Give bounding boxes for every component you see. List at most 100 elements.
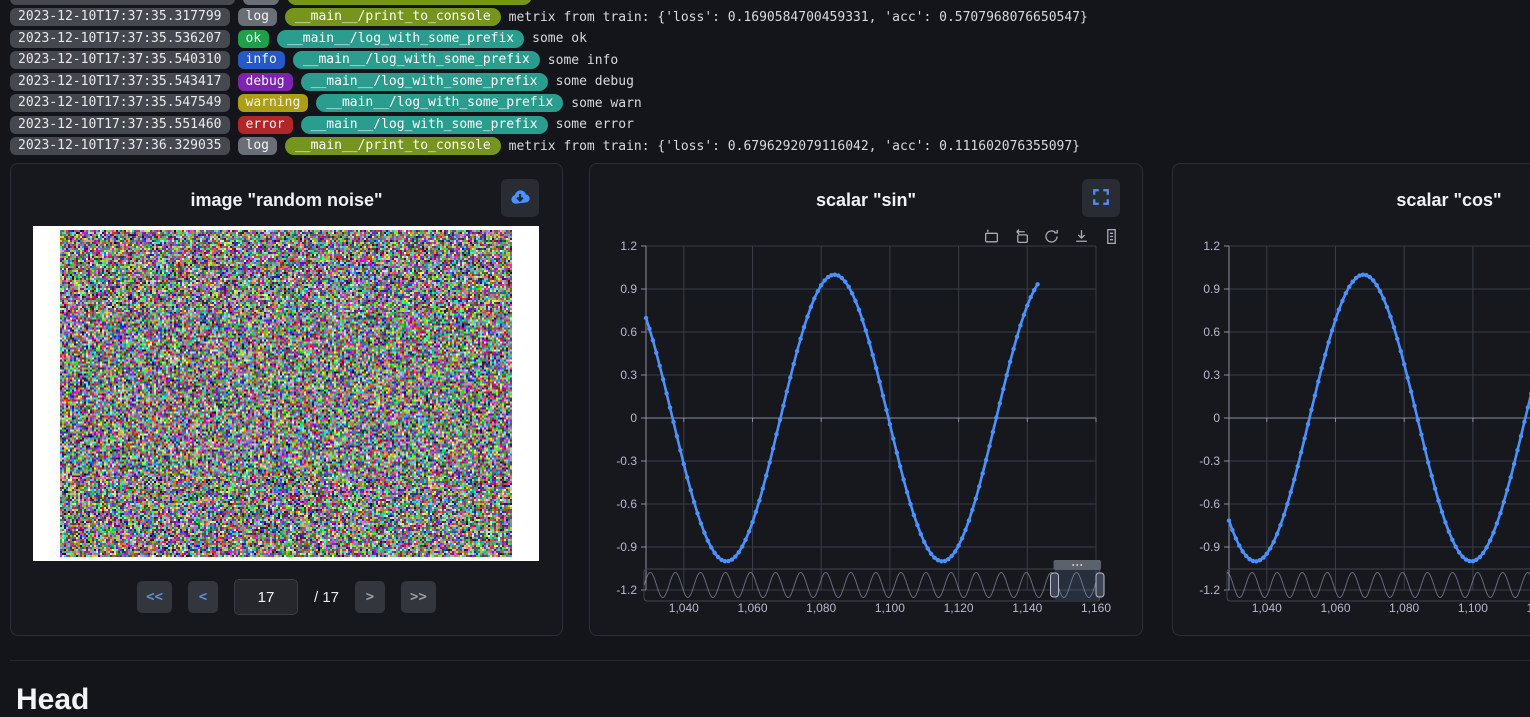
log-row: 2023-12-10T17:37:35.536207ok__main__/log… <box>10 30 587 48</box>
download-image-button[interactable] <box>501 179 539 217</box>
log-level-badge: info <box>238 51 285 69</box>
image-card-title: image "random noise" <box>11 190 562 211</box>
x-axis-label: 1,100 <box>875 601 905 615</box>
data-view-icon[interactable] <box>1103 228 1120 245</box>
page-number-input[interactable] <box>234 579 298 615</box>
data-point <box>908 502 912 506</box>
data-point <box>1326 340 1330 344</box>
log-timestamp-badge: 2023-12-10T17:37:35.547549 <box>10 94 230 112</box>
data-point <box>853 299 857 303</box>
y-axis-label: -0.9 <box>616 540 637 554</box>
data-point <box>905 490 909 494</box>
data-point <box>774 432 778 436</box>
data-point <box>802 325 806 329</box>
y-axis-label: 1.2 <box>620 239 637 253</box>
data-point <box>1509 475 1513 479</box>
data-point <box>1261 555 1265 559</box>
data-point <box>967 518 971 522</box>
data-point <box>1385 305 1389 309</box>
cos-line-chart[interactable]: 1.20.90.60.30-0.3-0.6-0.9-1.21,0401,0601… <box>1173 164 1530 635</box>
data-point <box>840 276 844 280</box>
scalar-cos-card: scalar "cos" 1.20.90.60.30-0.3-0.6-0.9-1… <box>1172 163 1530 636</box>
data-point <box>699 521 703 525</box>
zoom-select-icon[interactable] <box>983 228 1000 245</box>
data-point <box>1035 282 1039 286</box>
data-point <box>1330 328 1334 332</box>
data-point <box>761 486 765 490</box>
data-point <box>970 508 974 512</box>
prev-page-button[interactable]: < <box>188 581 218 613</box>
datazoom-handle[interactable] <box>1051 573 1059 597</box>
data-point <box>675 434 679 438</box>
data-point <box>1375 283 1379 287</box>
data-point <box>822 278 826 282</box>
datazoom-slider[interactable] <box>1227 569 1530 601</box>
restore-icon[interactable] <box>1043 228 1060 245</box>
datazoom-handle[interactable] <box>1096 573 1104 597</box>
y-axis-label: 0.3 <box>1203 368 1220 382</box>
data-point <box>1032 288 1036 292</box>
data-point <box>1522 420 1526 424</box>
data-point <box>1491 530 1495 534</box>
data-point <box>1337 308 1341 312</box>
data-point <box>747 529 751 533</box>
data-point <box>792 362 796 366</box>
log-level-badge: error <box>238 116 293 134</box>
save-image-icon[interactable] <box>1073 228 1090 245</box>
data-point <box>991 430 995 434</box>
datazoom-window[interactable] <box>1055 570 1100 600</box>
data-point <box>1402 362 1406 366</box>
data-point <box>1268 546 1272 550</box>
data-point <box>974 496 978 500</box>
page-total-label: / 17 <box>314 589 339 606</box>
data-point <box>1423 446 1427 450</box>
y-axis-label: 0.9 <box>1203 282 1220 296</box>
data-point <box>915 523 919 527</box>
move-handle-dots <box>1076 564 1078 566</box>
data-point <box>977 484 981 488</box>
data-point <box>682 462 686 466</box>
data-point <box>644 316 648 320</box>
data-point <box>1296 464 1300 468</box>
data-point <box>1320 366 1324 370</box>
data-point <box>874 366 878 370</box>
move-handle-dots <box>1072 564 1074 566</box>
data-point <box>998 401 1002 405</box>
y-axis-label: 0.9 <box>620 282 637 296</box>
next-page-button[interactable]: > <box>355 581 385 613</box>
data-point <box>871 353 875 357</box>
data-point <box>1378 289 1382 293</box>
log-message: some warn <box>571 96 641 111</box>
data-point <box>692 500 696 504</box>
data-point <box>1018 323 1022 327</box>
log-timestamp-badge <box>10 0 235 5</box>
data-point <box>864 328 868 332</box>
data-point <box>987 444 991 448</box>
x-axis-label: 1,040 <box>1252 601 1282 615</box>
data-point <box>960 536 964 540</box>
data-point <box>768 460 772 464</box>
datazoom-slider[interactable] <box>644 569 1100 601</box>
first-page-button[interactable]: << <box>137 581 172 613</box>
data-point <box>1409 389 1413 393</box>
data-point <box>1488 538 1492 542</box>
data-point <box>860 318 864 322</box>
zoom-reset-icon[interactable] <box>1013 228 1030 245</box>
log-level-badge <box>243 0 279 5</box>
data-point <box>785 389 789 393</box>
data-point <box>695 511 699 515</box>
data-point <box>1368 275 1372 279</box>
data-point <box>1457 550 1461 554</box>
data-point <box>1282 513 1286 517</box>
log-level-badge: warning <box>238 94 309 112</box>
data-point <box>1454 545 1458 549</box>
data-point <box>771 446 775 450</box>
data-point <box>1399 349 1403 353</box>
data-point <box>1022 313 1026 317</box>
log-timestamp-badge: 2023-12-10T17:37:35.540310 <box>10 51 230 69</box>
x-axis-label: 1,120 <box>1527 601 1530 615</box>
data-point <box>750 520 754 524</box>
data-point <box>847 285 851 289</box>
last-page-button[interactable]: >> <box>401 581 436 613</box>
data-point <box>1265 552 1269 556</box>
